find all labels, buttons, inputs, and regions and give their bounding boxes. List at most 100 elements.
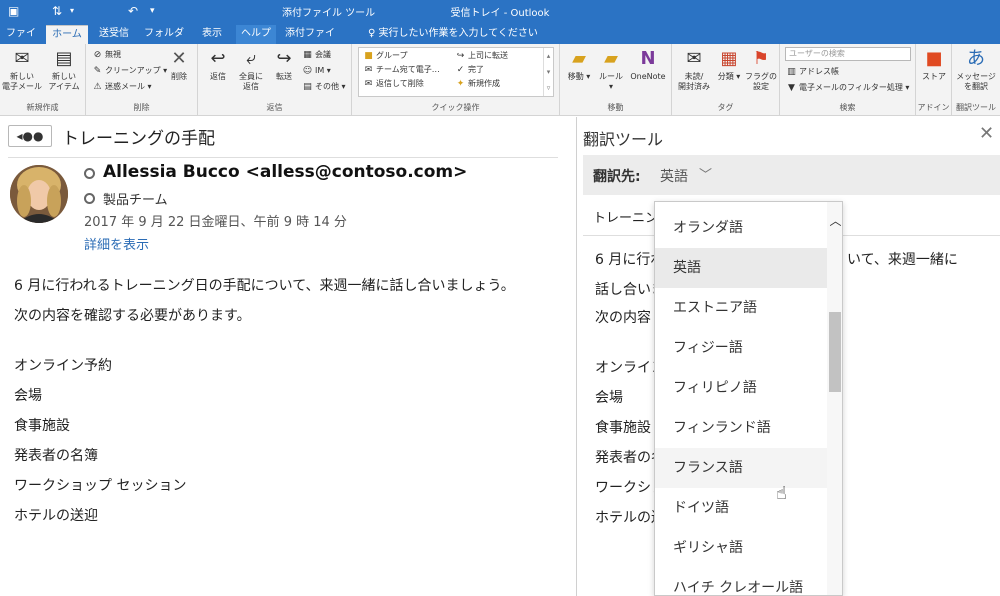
- translate-icon: あ: [967, 48, 985, 69]
- group-delete: ⊘ 無視 ✎ クリーンアップ ▾ ⚠ 迷惑メール ▾ ✕ 削除 削除: [86, 44, 198, 116]
- group-move: ▰ 移動 ▾ ▰ ルール ▾ N OneNote 移動: [560, 44, 672, 116]
- reply-delete-icon: ✉: [364, 79, 373, 89]
- translate-message-button[interactable]: あメッセージ を翻訳: [954, 48, 998, 92]
- target-language-bar: 翻訳先: 英語 ﹀: [583, 155, 1000, 195]
- show-details-link[interactable]: 詳細を表示: [84, 234, 149, 253]
- translated-line: 会場: [595, 390, 623, 406]
- rules-icon: ▰: [604, 48, 618, 69]
- more-respond-button[interactable]: ▤ その他 ▾: [302, 81, 345, 93]
- cleanup-icon: ✎: [93, 66, 102, 76]
- categorize-button[interactable]: ▦ 分類 ▾: [714, 48, 744, 82]
- target-language-select[interactable]: 英語: [660, 166, 688, 186]
- delete-button[interactable]: ✕ 削除: [162, 48, 196, 82]
- cleanup-button[interactable]: ✎ クリーンアップ ▾: [92, 65, 167, 77]
- address-book-button[interactable]: ▥ アドレス帳: [786, 66, 839, 78]
- reply-all-button[interactable]: ⤶ 全員に 返信: [234, 48, 268, 92]
- tell-me-box[interactable]: ♀ 実行したい作業を入力してください: [368, 25, 538, 42]
- store-button[interactable]: ■ ストア: [918, 48, 950, 82]
- check-icon: ✓: [456, 65, 465, 75]
- language-dropdown[interactable]: オランダ語 英語 エストニア語 フィジー語 フィリピノ語 フィンランド語 フラン…: [654, 201, 843, 596]
- language-option[interactable]: エストニア語: [655, 288, 827, 328]
- group-addins-label: アドイン: [917, 103, 950, 112]
- unread-read-button[interactable]: ✉ 未読/ 開封済み: [674, 48, 714, 92]
- translator-title: 翻訳ツール: [583, 130, 664, 149]
- title-bar: ▣ ⇅ ▾ ↶ ▾ 添付ファイル ツール 受信トレイ - Outlook: [0, 0, 1000, 22]
- language-list: オランダ語 英語 エストニア語 フィジー語 フィリピノ語 フィンランド語 フラン…: [655, 208, 827, 595]
- new-email-button[interactable]: ✉ 新しい 電子メール: [2, 48, 42, 92]
- conversation-icon: ◂●●: [16, 129, 44, 143]
- target-language-label: 翻訳先:: [593, 169, 641, 185]
- body-line: 6 月に行われるトレーニング日の手配について、来週一緒に話し合いましょう。: [14, 278, 515, 294]
- group-translate: あメッセージ を翻訳 翻訳ツール: [952, 44, 1000, 116]
- recipient-name[interactable]: 製品チーム: [103, 189, 168, 208]
- translated-line: 次の内容: [595, 310, 651, 326]
- create-new-icon: ✦: [456, 79, 465, 89]
- language-option[interactable]: ドイツ語: [655, 488, 827, 528]
- move-button[interactable]: ▰ 移動 ▾: [562, 48, 596, 82]
- more-icon: ▤: [303, 82, 312, 92]
- qs-create-new[interactable]: ✦ 新規作成: [455, 78, 500, 90]
- qs-to-manager[interactable]: ↪ 上司に転送: [455, 50, 508, 62]
- group-tags: ✉ 未読/ 開封済み ▦ 分類 ▾ ⚑ フラグの 設定 タグ: [672, 44, 780, 116]
- tab-home[interactable]: ホーム: [46, 25, 88, 44]
- search-people-input[interactable]: ユーザーの検索: [785, 47, 911, 61]
- meeting-button[interactable]: ▦ 会議: [302, 49, 331, 61]
- tab-attachments[interactable]: 添付ファイル: [282, 25, 338, 56]
- follow-up-button[interactable]: ⚑ フラグの 設定: [744, 48, 778, 92]
- sender-presence-icon: [84, 168, 95, 179]
- language-option[interactable]: フィンランド語: [655, 408, 827, 448]
- language-option[interactable]: ギリシャ語: [655, 528, 827, 568]
- dropdown-scrollbar[interactable]: ︿: [827, 202, 842, 595]
- group-respond-label: 返信: [266, 103, 283, 112]
- envelope-open-icon: ✉: [686, 48, 702, 69]
- new-items-button[interactable]: ▤ 新しい アイテム: [44, 48, 84, 92]
- recipient-presence-icon: [84, 193, 95, 204]
- junk-button[interactable]: ⚠ 迷惑メール ▾: [92, 81, 151, 93]
- folder-icon: ■: [364, 51, 373, 61]
- language-option-selected[interactable]: 英語: [655, 248, 827, 288]
- qs-reply-delete[interactable]: ✉ 返信して削除: [363, 78, 424, 90]
- reply-button[interactable]: ↩ 返信: [202, 48, 234, 82]
- sender-avatar[interactable]: [10, 165, 68, 223]
- tab-send-receive[interactable]: 送受信: [94, 25, 134, 44]
- filter-icon: ▼: [788, 83, 795, 93]
- close-icon[interactable]: ✕: [979, 123, 994, 144]
- body-line: 次の内容を確認する必要があります。: [14, 308, 251, 324]
- translated-line: いて、来週一緒に: [847, 252, 958, 268]
- tab-file[interactable]: ファイル: [2, 25, 40, 56]
- qs-group[interactable]: ■ グループ: [363, 50, 407, 62]
- chevron-down-icon[interactable]: ﹀: [699, 164, 712, 183]
- tab-folder[interactable]: フォルダー: [140, 25, 188, 56]
- tab-view[interactable]: 表示: [196, 25, 228, 44]
- lightbulb-icon: ♀: [368, 28, 379, 39]
- meeting-icon: ▦: [303, 50, 312, 60]
- group-tags-label: タグ: [717, 103, 734, 112]
- ribbon-tab-bar: ファイル ホーム 送受信 フォルダー 表示 ヘルプ 添付ファイル ♀ 実行したい…: [0, 22, 1000, 56]
- scrollbar-thumb[interactable]: [829, 312, 841, 392]
- language-option[interactable]: オランダ語: [655, 208, 827, 248]
- language-option[interactable]: フィジー語: [655, 328, 827, 368]
- chevron-up-icon[interactable]: ︿: [828, 212, 842, 229]
- conversation-back-button[interactable]: ◂●●: [8, 125, 52, 147]
- forward-button[interactable]: ↪ 転送: [268, 48, 300, 82]
- rules-button[interactable]: ▰ ルール ▾: [596, 48, 626, 92]
- ignore-button[interactable]: ⊘ 無視: [92, 49, 121, 61]
- tab-help[interactable]: ヘルプ: [236, 25, 276, 44]
- language-option[interactable]: ハイチ クレオール語: [655, 568, 827, 595]
- group-delete-label: 削除: [133, 103, 150, 112]
- onenote-button[interactable]: N OneNote: [626, 48, 670, 82]
- sender-name[interactable]: Allessia Bucco <alless@contoso.com>: [103, 162, 467, 182]
- language-option[interactable]: フィリピノ語: [655, 368, 827, 408]
- quick-steps-scroll[interactable]: ▴ ▾ ▿: [543, 48, 553, 96]
- body-line: ワークショップ セッション: [14, 478, 187, 494]
- avatar-photo: [10, 165, 68, 223]
- language-option-hovered[interactable]: フランス語: [655, 448, 827, 488]
- group-find: ユーザーの検索 ▥ アドレス帳 ▼ 電子メールのフィルター処理 ▾ 検索: [780, 44, 916, 116]
- qs-team-email[interactable]: ✉ チーム宛て電子…: [363, 64, 440, 76]
- delete-icon: ✕: [171, 48, 187, 69]
- body-line: 食事施設: [14, 418, 70, 434]
- im-button[interactable]: ☺ IM ▾: [302, 65, 331, 77]
- filter-email-button[interactable]: ▼ 電子メールのフィルター処理 ▾: [786, 82, 909, 94]
- group-quick-steps-label: クイック操作: [431, 103, 480, 112]
- qs-done[interactable]: ✓ 完了: [455, 64, 484, 76]
